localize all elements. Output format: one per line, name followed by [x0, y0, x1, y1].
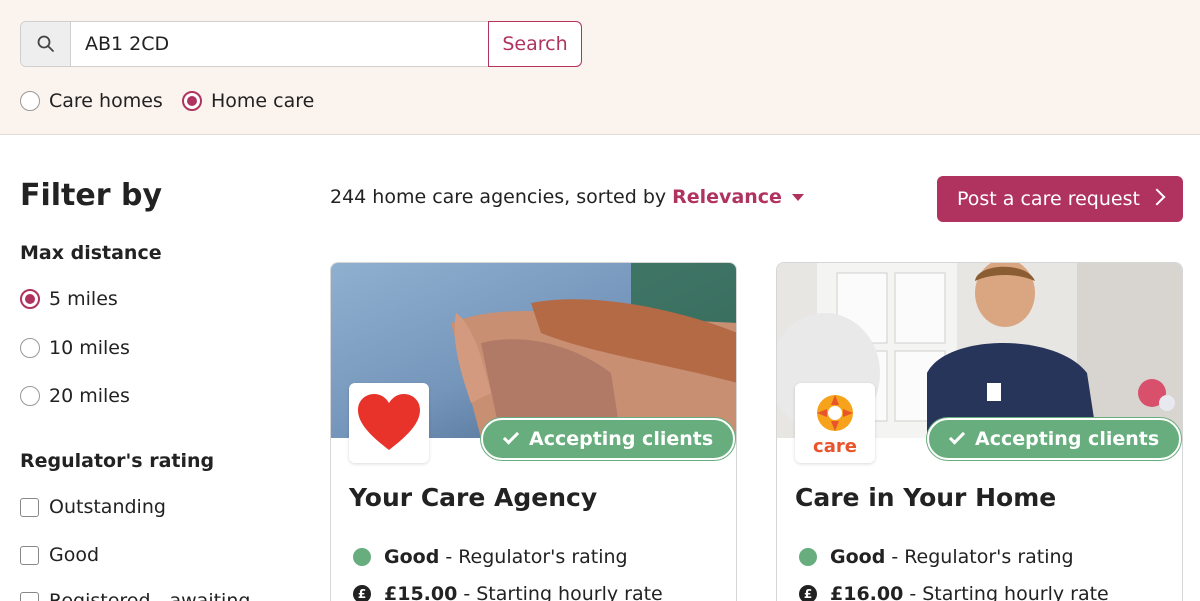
- agency-logo: [349, 383, 429, 463]
- care-logo-icon: care: [813, 395, 857, 455]
- results-summary: 244 home care agencies, sorted by Releva…: [330, 186, 804, 208]
- agency-name[interactable]: Your Care Agency: [349, 483, 597, 512]
- filter-title: Filter by: [20, 178, 163, 213]
- post-care-request-label: Post a care request: [957, 188, 1140, 210]
- rating-line: Good - Regulator's rating: [799, 546, 1074, 568]
- registered-checkbox[interactable]: [20, 591, 39, 601]
- care-type-home-care[interactable]: Home care: [182, 88, 314, 114]
- price-line: £ £16.00 - Starting hourly rate: [799, 583, 1109, 601]
- distance-20-radio[interactable]: [20, 386, 40, 406]
- outstanding-checkbox[interactable]: [20, 497, 39, 517]
- price-value: £15.00: [384, 583, 458, 601]
- distance-5-radio[interactable]: [20, 289, 40, 309]
- rating-text: - Regulator's rating: [891, 546, 1074, 568]
- check-icon: [948, 428, 966, 445]
- sort-dropdown[interactable]: Relevance: [672, 186, 782, 208]
- regulator-rating-title: Regulator's rating: [20, 450, 215, 472]
- distance-10-label: 10 miles: [49, 337, 130, 359]
- max-distance-title: Max distance: [20, 242, 162, 264]
- search-box: [20, 21, 489, 67]
- post-care-request-button[interactable]: Post a care request: [937, 176, 1183, 222]
- distance-option-5[interactable]: 5 miles: [20, 286, 118, 312]
- price-text: - Starting hourly rate: [909, 583, 1109, 601]
- heart-logo-icon: [358, 394, 420, 450]
- home-care-label: Home care: [211, 90, 315, 112]
- rating-value: Good: [830, 546, 886, 568]
- care-homes-radio[interactable]: [20, 91, 40, 111]
- outstanding-label: Outstanding: [49, 496, 166, 518]
- distance-10-radio[interactable]: [20, 338, 40, 358]
- agency-card[interactable]: care Accepting clients Care in Your Home…: [776, 262, 1183, 601]
- price-text: - Starting hourly rate: [463, 583, 663, 601]
- price-value: £16.00: [830, 583, 904, 601]
- registered-label: Registered - awaiting: [49, 590, 251, 601]
- distance-option-10[interactable]: 10 miles: [20, 335, 130, 361]
- rating-option-registered[interactable]: Registered - awaiting: [20, 588, 250, 601]
- rating-option-good[interactable]: Good: [20, 542, 99, 568]
- chevron-right-icon: [1148, 188, 1166, 206]
- agency-card[interactable]: Accepting clients Your Care Agency Good …: [330, 262, 737, 601]
- care-homes-label: Care homes: [49, 90, 163, 112]
- rating-dot-icon: [353, 548, 371, 566]
- distance-20-label: 20 miles: [49, 385, 130, 407]
- home-care-radio[interactable]: [182, 91, 202, 111]
- care-type-care-homes[interactable]: Care homes: [20, 88, 163, 114]
- good-label: Good: [49, 544, 100, 566]
- distance-option-20[interactable]: 20 miles: [20, 383, 130, 409]
- rating-text: - Regulator's rating: [445, 546, 628, 568]
- search-button[interactable]: Search: [488, 21, 582, 67]
- distance-5-label: 5 miles: [49, 288, 118, 310]
- search-input[interactable]: [71, 22, 488, 66]
- agency-logo: care: [795, 383, 875, 463]
- rating-value: Good: [384, 546, 440, 568]
- price-line: £ £15.00 - Starting hourly rate: [353, 583, 663, 601]
- good-checkbox[interactable]: [20, 545, 39, 565]
- results-count-text: 244 home care agencies, sorted by: [330, 186, 667, 208]
- care-logo-text: care: [813, 436, 857, 455]
- search-band: Search Care homes Home care: [0, 0, 1200, 135]
- badge-label: Accepting clients: [975, 428, 1160, 450]
- agency-name[interactable]: Care in Your Home: [795, 483, 1056, 512]
- caret-down-icon[interactable]: [791, 193, 804, 201]
- pound-icon: £: [353, 585, 371, 601]
- search-icon: [21, 22, 71, 66]
- rating-option-outstanding[interactable]: Outstanding: [20, 494, 166, 520]
- accepting-clients-badge: Accepting clients: [481, 418, 736, 460]
- badge-label: Accepting clients: [529, 428, 714, 450]
- check-icon: [502, 428, 520, 445]
- rating-dot-icon: [799, 548, 817, 566]
- accepting-clients-badge: Accepting clients: [927, 418, 1182, 460]
- rating-line: Good - Regulator's rating: [353, 546, 628, 568]
- pound-icon: £: [799, 585, 817, 601]
